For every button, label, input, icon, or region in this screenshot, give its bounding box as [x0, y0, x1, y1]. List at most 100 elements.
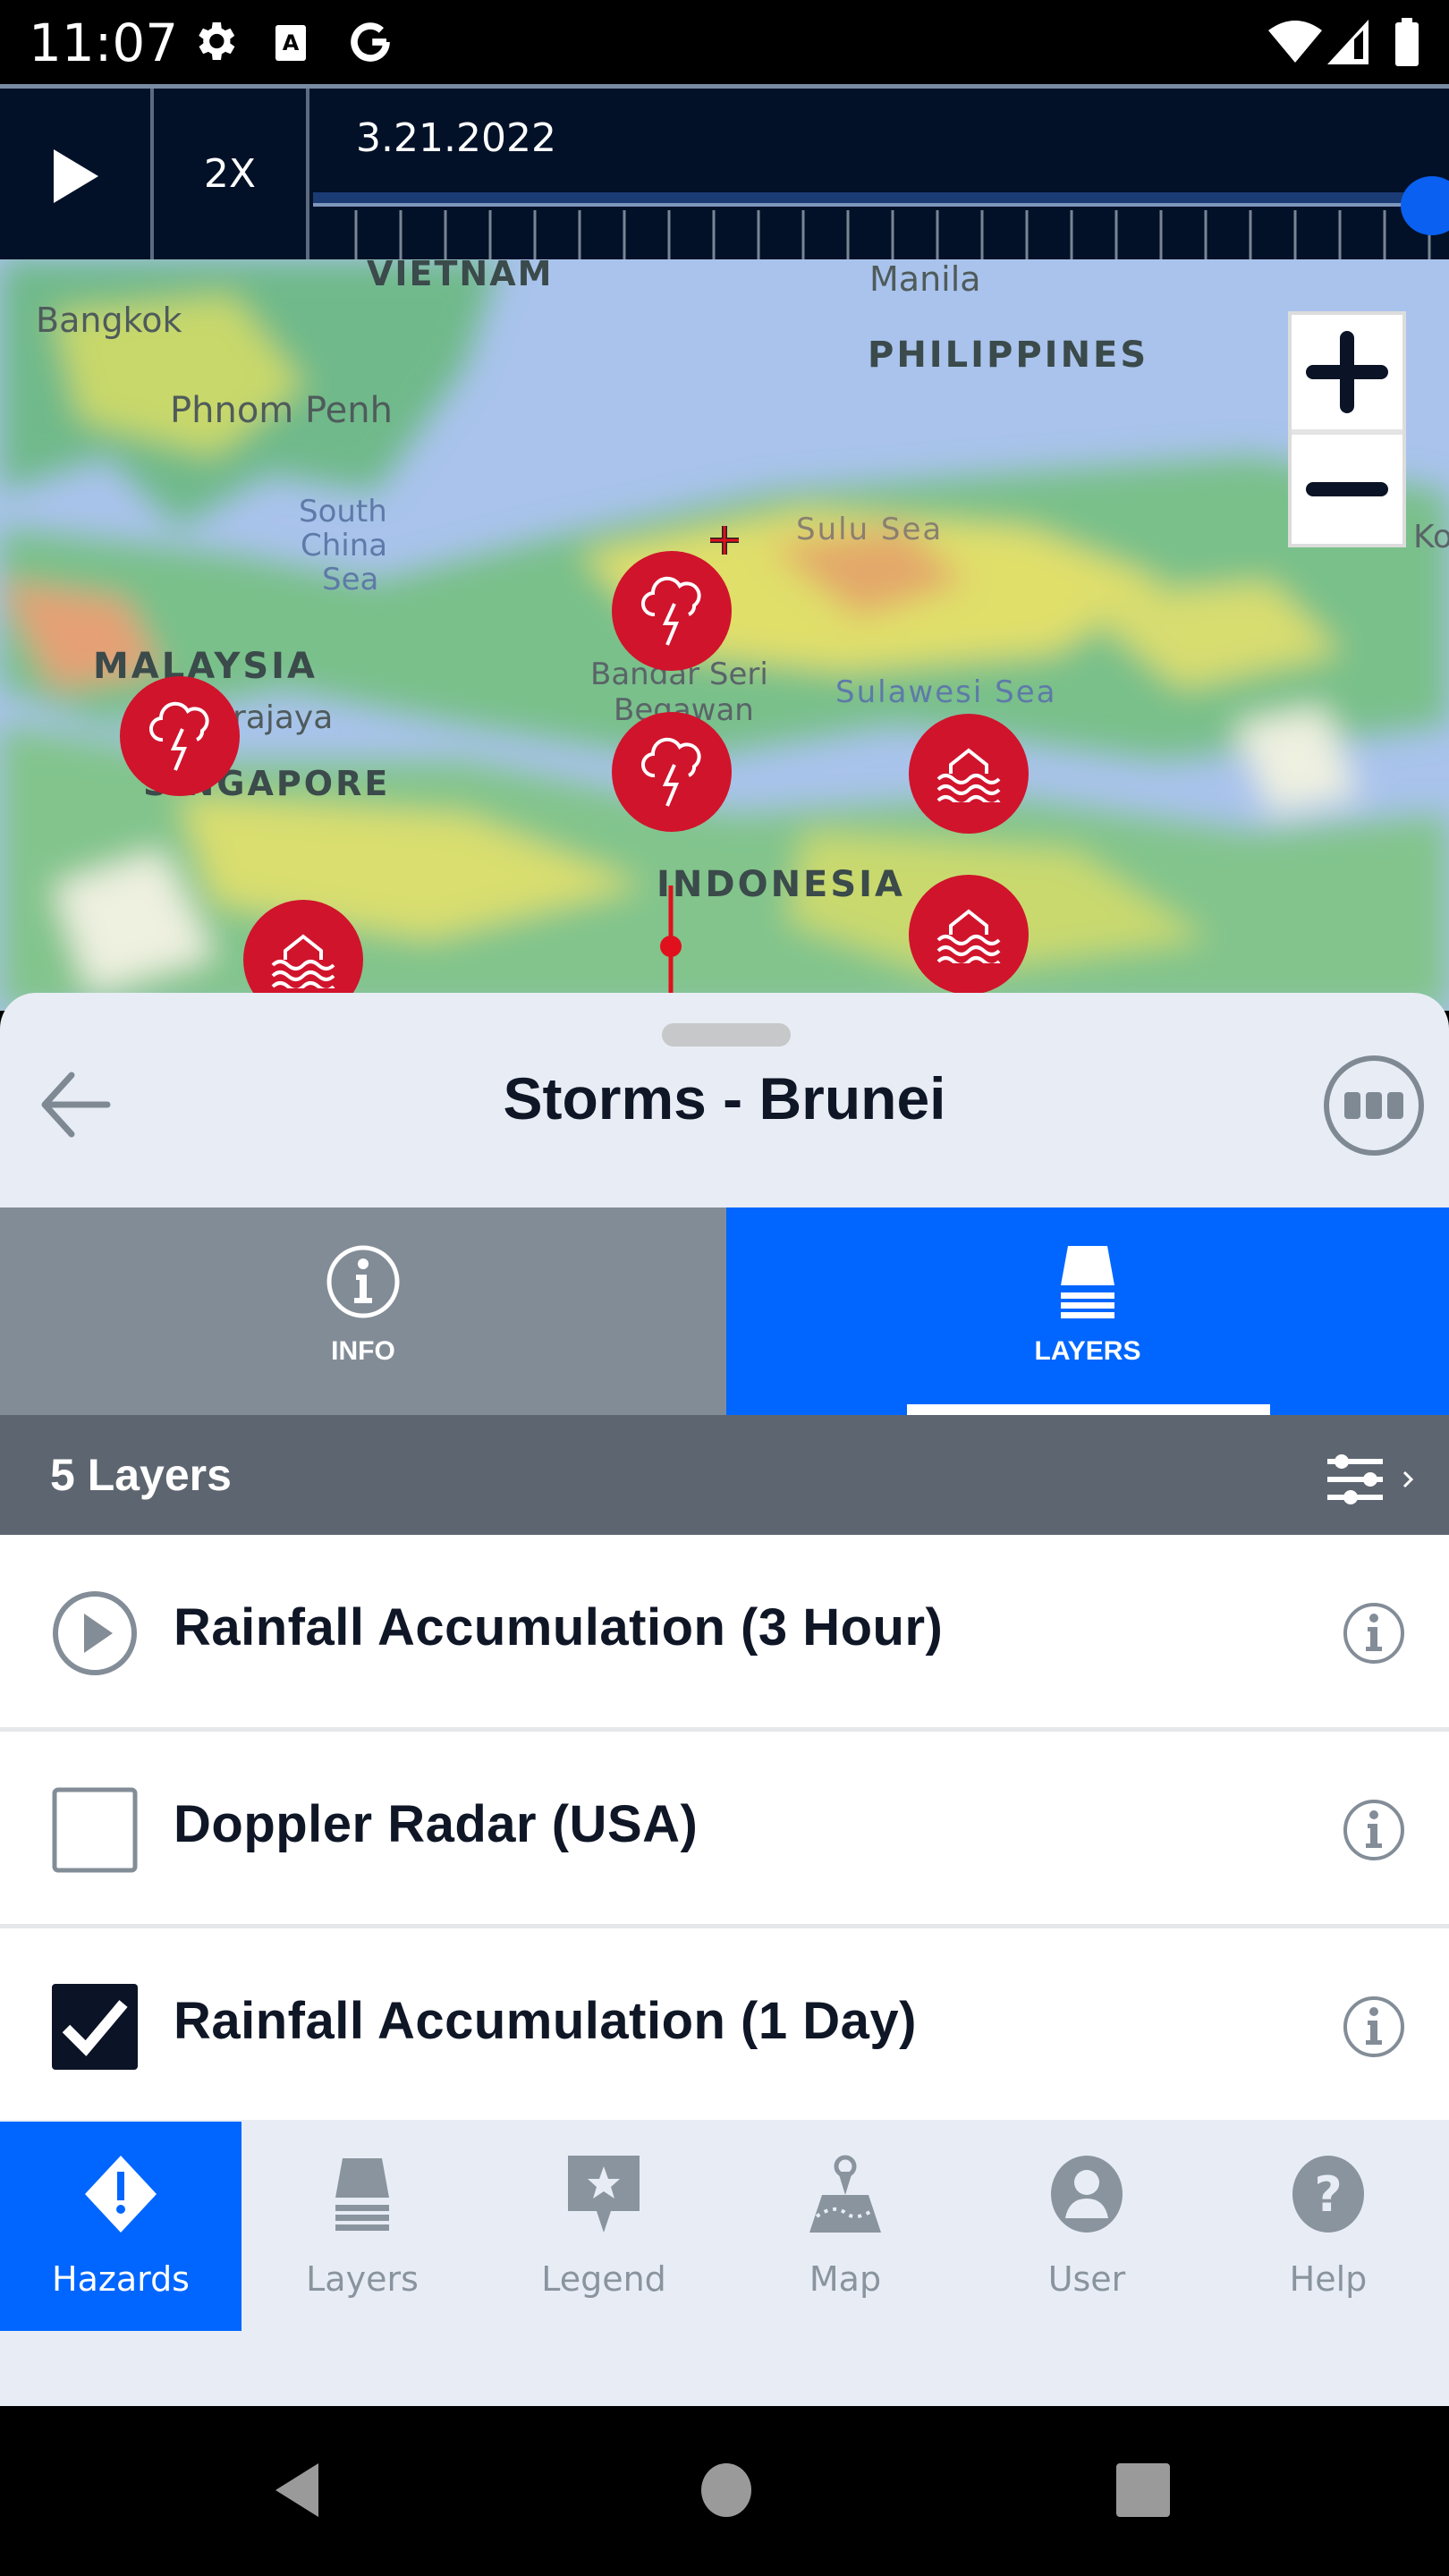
layer-list: Rainfall Accumulation (3 Hour) Doppler R…: [0, 1535, 1449, 2125]
battery-icon: [1395, 18, 1419, 71]
flood-marker[interactable]: [909, 714, 1029, 834]
status-bar: 11:07 A: [0, 0, 1449, 84]
user-icon: [1051, 2156, 1123, 2233]
timeline-player: 2X 3.21.2022: [0, 84, 1449, 259]
map-label: INDONESIA: [657, 864, 906, 905]
minus-icon: [1306, 482, 1388, 496]
nav-layers[interactable]: Layers: [242, 2122, 483, 2331]
layer-settings-button[interactable]: [1324, 1451, 1422, 1509]
nav-label: User: [1047, 2259, 1126, 2299]
timeline-play-button[interactable]: [0, 89, 154, 259]
layer-row[interactable]: Rainfall Accumulation (3 Hour): [0, 1535, 1449, 1732]
map-label: Koro: [1413, 519, 1449, 555]
nav-label: Map: [809, 2259, 882, 2299]
nav-user[interactable]: User: [966, 2122, 1208, 2331]
map-label: South: [299, 494, 387, 530]
svg-text:A: A: [283, 30, 300, 55]
hazard-diamond-icon: [85, 2156, 157, 2233]
settings-gear-icon: [190, 16, 240, 71]
layer-name: Rainfall Accumulation (3 Hour): [174, 1598, 944, 1657]
map-view[interactable]: VIETNAM Manila Bangkok PHILIPPINES Phnom…: [0, 259, 1449, 1011]
play-circle-icon: [53, 1591, 137, 1675]
layers-count: 5 Layers: [50, 1450, 232, 1500]
nav-hazards[interactable]: Hazards: [0, 2122, 242, 2331]
status-time: 11:07: [29, 13, 179, 73]
cell-signal-icon: [1327, 20, 1368, 69]
playback-speed-button[interactable]: 2X: [154, 89, 309, 259]
google-g-icon: [345, 18, 395, 71]
thunderstorm-icon: [149, 701, 209, 771]
layer-name: Doppler Radar (USA): [174, 1795, 699, 1853]
tab-layers-label: LAYERS: [1034, 1336, 1141, 1366]
accessibility-a-icon: A: [274, 23, 308, 67]
layers-icon: [1061, 1246, 1114, 1318]
map-label: Sea: [322, 562, 379, 597]
tab-info[interactable]: INFO: [0, 1208, 726, 1415]
wifi-icon: [1268, 18, 1322, 67]
sheet-tabs: INFO LAYERS: [0, 1208, 1449, 1415]
map-pin-icon: [809, 2155, 881, 2233]
flood-icon: [936, 748, 1001, 802]
plus-icon: [1306, 331, 1388, 413]
map-label: MALAYSIA: [93, 646, 318, 687]
bottom-sheet: Storms - Brunei INFO LAYERS 5 Layers Rai…: [0, 993, 1449, 2147]
layer-info-button[interactable]: [1342, 1798, 1406, 1862]
tab-layers[interactable]: LAYERS: [726, 1208, 1449, 1415]
map-crosshair-icon: [710, 526, 739, 555]
svg-text:?: ?: [1314, 2166, 1342, 2223]
home-circle-icon: [701, 2463, 751, 2517]
more-dot: [1366, 1092, 1382, 1119]
back-triangle-icon: [275, 2463, 318, 2517]
system-home-button[interactable]: [698, 2462, 755, 2523]
layers-header: 5 Layers: [0, 1415, 1449, 1535]
flood-icon: [271, 934, 335, 988]
map-zoom-controls: [1288, 311, 1406, 547]
help-icon: ?: [1292, 2156, 1364, 2233]
layers-icon: [335, 2158, 389, 2231]
map-label: rajaya: [233, 699, 334, 736]
nav-label: Hazards: [52, 2259, 190, 2299]
sheet-title: Storms - Brunei: [503, 1065, 946, 1131]
timeline-date: 3.21.2022: [356, 115, 556, 161]
nav-legend[interactable]: Legend: [483, 2122, 724, 2331]
layer-checkbox[interactable]: [52, 1787, 138, 1873]
more-options-button[interactable]: [1324, 1055, 1424, 1156]
map-label: Sulawesi Sea: [835, 674, 1057, 710]
flood-marker[interactable]: [909, 875, 1029, 995]
system-navigation-bar: [0, 2406, 1449, 2576]
flood-icon: [936, 909, 1001, 963]
bottom-navigation: Hazards Layers Legend Map User ? Help: [0, 2120, 1449, 2406]
map-label: Manila: [869, 259, 981, 299]
zoom-out-button[interactable]: [1292, 429, 1402, 544]
layer-info-button[interactable]: [1342, 1601, 1406, 1665]
thunderstorm-icon: [641, 576, 701, 646]
zoom-in-button[interactable]: [1292, 315, 1402, 429]
system-recents-button[interactable]: [1114, 2462, 1172, 2523]
storm-marker[interactable]: [120, 676, 240, 796]
nav-help[interactable]: ? Help: [1208, 2122, 1449, 2331]
map-label: PHILIPPINES: [868, 335, 1149, 376]
active-tab-indicator: [907, 1404, 1270, 1415]
info-icon: [1343, 1996, 1404, 2057]
map-label: Phnom Penh: [170, 390, 393, 431]
tab-info-label: INFO: [331, 1336, 395, 1366]
checkbox-unchecked-icon: [52, 1787, 138, 1873]
layer-row[interactable]: Doppler Radar (USA): [0, 1732, 1449, 1928]
layer-checkbox[interactable]: [52, 1984, 138, 2070]
map-label: VIETNAM: [367, 259, 554, 293]
system-back-button[interactable]: [268, 2462, 326, 2523]
sheet-drag-handle[interactable]: [662, 1023, 791, 1046]
timeline-ticks: [354, 210, 1431, 259]
layer-info-button[interactable]: [1342, 1995, 1406, 2059]
nav-label: Help: [1289, 2259, 1368, 2299]
layer-row[interactable]: Rainfall Accumulation (1 Day): [0, 1928, 1449, 2125]
nav-label: Legend: [541, 2259, 666, 2299]
layer-play-button[interactable]: [52, 1590, 138, 1676]
storm-marker[interactable]: [612, 712, 732, 832]
timeline-track[interactable]: [313, 192, 1449, 207]
map-label: Sulu Sea: [796, 512, 944, 547]
play-icon: [54, 149, 98, 203]
nav-map[interactable]: Map: [724, 2122, 966, 2331]
storm-marker[interactable]: [612, 551, 732, 671]
map-label: Bangkok: [36, 301, 182, 340]
